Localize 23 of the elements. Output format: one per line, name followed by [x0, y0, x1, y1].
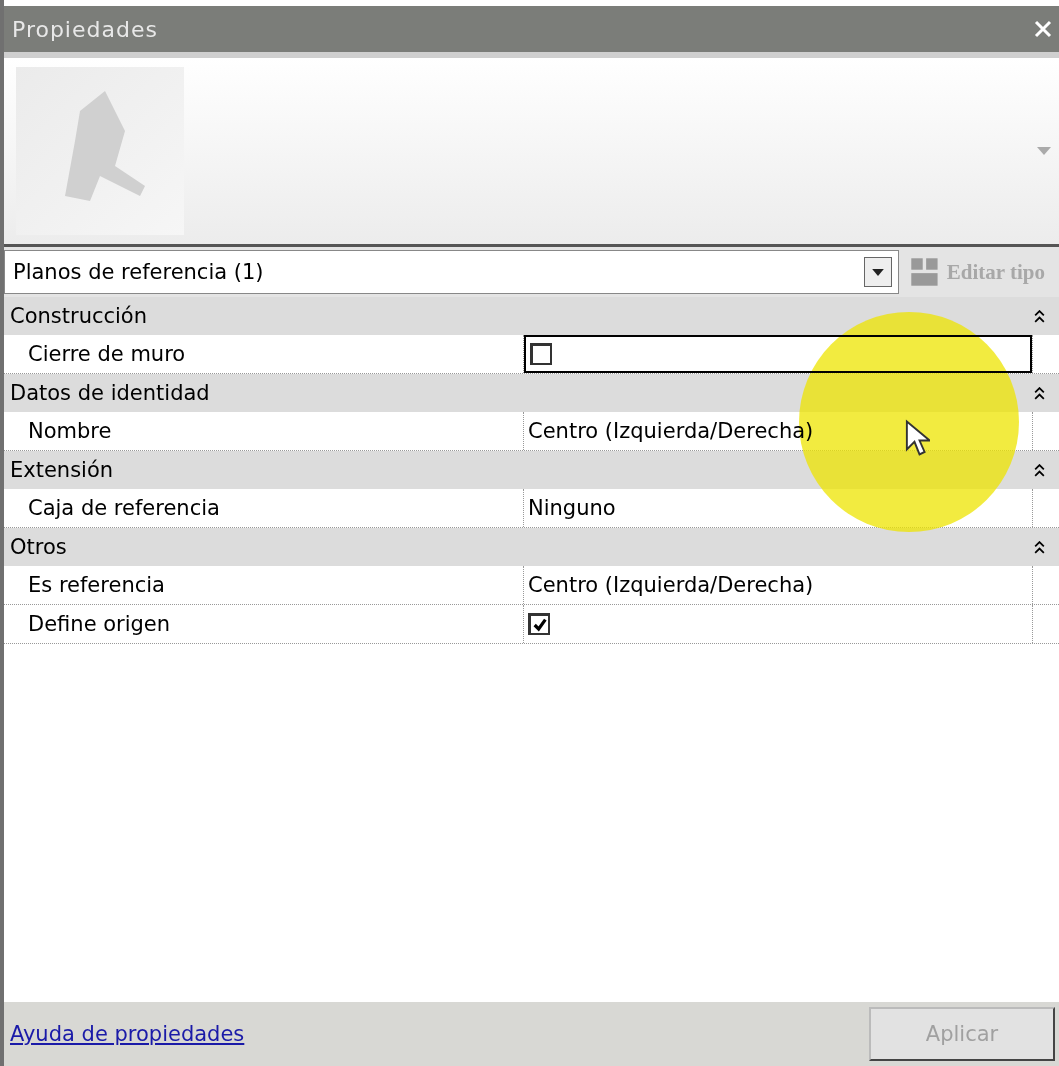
- property-label: Nombre: [4, 412, 524, 450]
- double-chevron-icon[interactable]: [1034, 309, 1045, 323]
- double-chevron-icon[interactable]: [1034, 463, 1045, 477]
- property-value[interactable]: [524, 335, 1032, 373]
- property-label: Es referencia: [4, 566, 524, 604]
- double-chevron-icon[interactable]: [1034, 540, 1045, 554]
- property-value[interactable]: Ninguno: [524, 489, 1032, 527]
- double-chevron-icon[interactable]: [1034, 386, 1045, 400]
- property-value[interactable]: Centro (Izquierda/Derecha): [524, 566, 1032, 604]
- checkbox[interactable]: [528, 613, 550, 635]
- group-header[interactable]: Construcción: [4, 297, 1059, 335]
- checkbox[interactable]: [530, 343, 552, 365]
- type-selector[interactable]: Planos de referencia (1): [4, 250, 899, 294]
- help-link[interactable]: Ayuda de propiedades: [10, 1022, 245, 1046]
- window-title: Propiedades: [12, 16, 158, 42]
- property-label: Define origen: [4, 605, 524, 643]
- close-icon[interactable]: [1033, 19, 1053, 39]
- dropdown-arrow-icon[interactable]: [871, 268, 884, 276]
- mouse-cursor-icon: [904, 419, 930, 457]
- property-label: Cierre de muro: [4, 335, 524, 373]
- property-label: Caja de referencia: [4, 489, 524, 527]
- group-header[interactable]: Otros: [4, 528, 1059, 566]
- edit-type-icon: [908, 256, 941, 288]
